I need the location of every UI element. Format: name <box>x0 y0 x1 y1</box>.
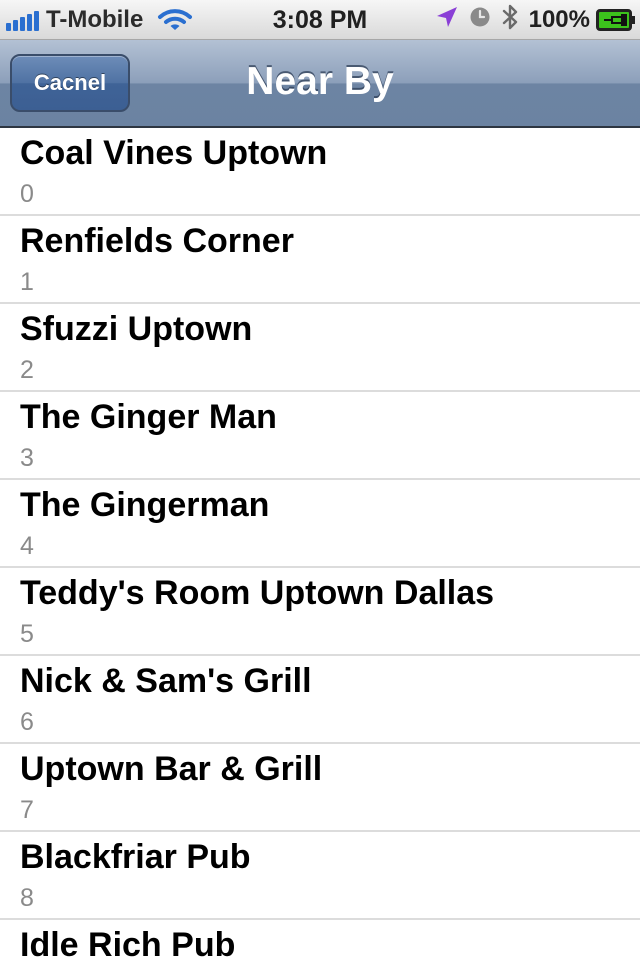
list-item-title: Renfields Corner <box>20 222 294 260</box>
signal-icon <box>6 9 41 31</box>
status-bar: T-Mobile 3:08 PM 100% <box>0 0 640 40</box>
list-item[interactable]: Idle Rich Pub 9 <box>0 920 640 960</box>
list-item-subtitle: 6 <box>20 708 34 736</box>
list-item-title: The Ginger Man <box>20 398 277 436</box>
screen: T-Mobile 3:08 PM 100% Near By Cacnel Coa… <box>0 0 640 960</box>
alarm-clock-icon <box>469 6 491 35</box>
list-item-subtitle: 0 <box>20 180 34 208</box>
list-item-subtitle: 8 <box>20 884 34 912</box>
list-item-title: Coal Vines Uptown <box>20 134 328 172</box>
list-item[interactable]: Renfields Corner 1 <box>0 216 640 304</box>
status-left: T-Mobile <box>6 0 193 40</box>
bluetooth-icon <box>501 3 519 38</box>
list-item-subtitle: 4 <box>20 532 34 560</box>
battery-charging-icon <box>596 9 636 31</box>
navigation-bar: Near By Cacnel <box>0 40 640 128</box>
status-right: 100% <box>435 0 636 40</box>
list-item-title: Idle Rich Pub <box>20 926 236 960</box>
list-item[interactable]: Uptown Bar & Grill 7 <box>0 744 640 832</box>
list-item-title: Blackfriar Pub <box>20 838 251 876</box>
list-item-title: Nick & Sam's Grill <box>20 662 312 700</box>
carrier-name: T-Mobile <box>46 6 144 33</box>
list-item-subtitle: 7 <box>20 796 34 824</box>
wifi-icon <box>157 7 193 33</box>
list-item-subtitle: 5 <box>20 620 34 648</box>
list-item[interactable]: Sfuzzi Uptown 2 <box>0 304 640 392</box>
list-item[interactable]: Nick & Sam's Grill 6 <box>0 656 640 744</box>
list-item-title: The Gingerman <box>20 486 270 524</box>
battery-percentage: 100% <box>528 6 590 33</box>
list-item-title: Teddy's Room Uptown Dallas <box>20 574 495 612</box>
list-item[interactable]: The Ginger Man 3 <box>0 392 640 480</box>
list-item-title: Sfuzzi Uptown <box>20 310 253 348</box>
list-item[interactable]: Coal Vines Uptown 0 <box>0 128 640 216</box>
nearby-list: Coal Vines Uptown 0 Renfields Corner 1 S… <box>0 128 640 960</box>
list-item[interactable]: Teddy's Room Uptown Dallas 5 <box>0 568 640 656</box>
location-icon <box>435 5 459 36</box>
cancel-button[interactable]: Cacnel <box>10 54 130 112</box>
list-item-subtitle: 2 <box>20 356 34 384</box>
list-item-title: Uptown Bar & Grill <box>20 750 323 788</box>
list-item[interactable]: The Gingerman 4 <box>0 480 640 568</box>
list-item[interactable]: Blackfriar Pub 8 <box>0 832 640 920</box>
list-item-subtitle: 3 <box>20 444 34 472</box>
list-item-subtitle: 1 <box>20 268 34 296</box>
